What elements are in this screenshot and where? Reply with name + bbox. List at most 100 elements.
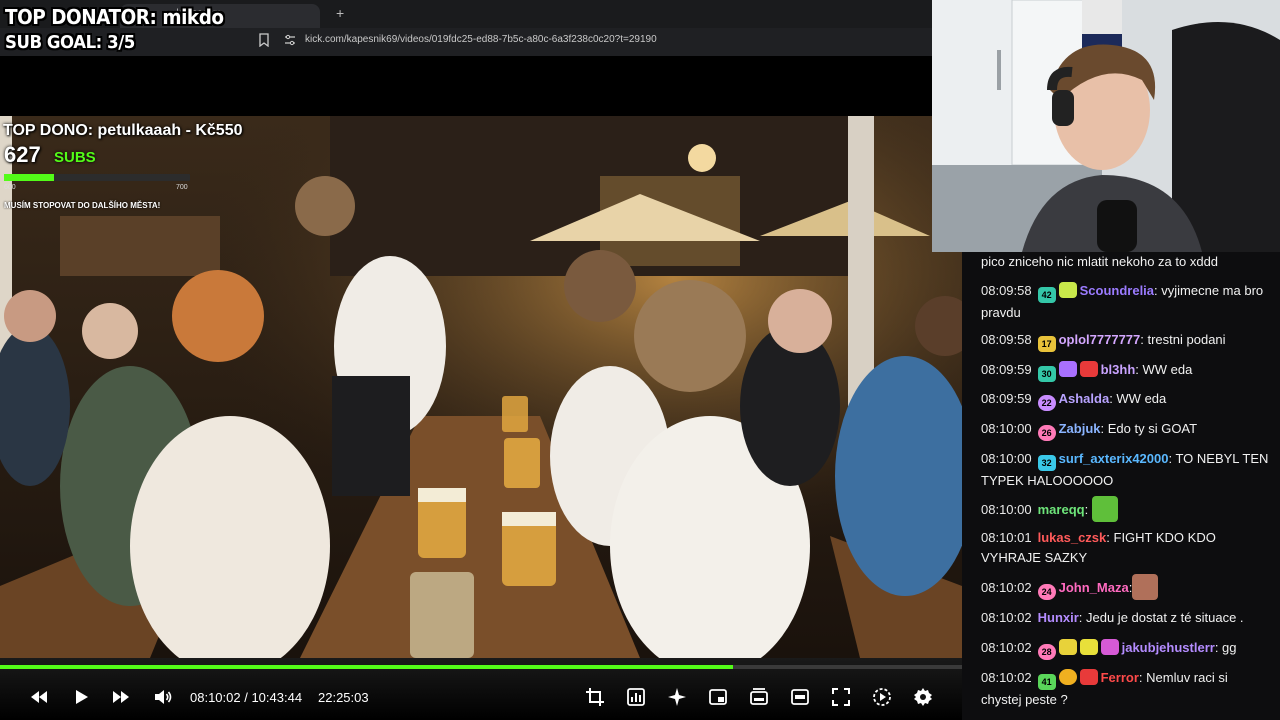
sub-goal-label: SUB GOAL: 3/5 bbox=[5, 32, 135, 53]
sub-goal-progress-fill bbox=[4, 174, 55, 181]
chat-username[interactable]: Scoundrelia bbox=[1080, 283, 1154, 298]
theater-icon[interactable] bbox=[748, 686, 770, 708]
top-donator-label: TOP DONATOR: mikdo bbox=[5, 5, 224, 29]
chat-message: 08:10:02 24 John_Maza: bbox=[981, 574, 1271, 600]
sub-badge: 26 bbox=[1037, 425, 1056, 441]
chat-username[interactable]: Ashalda bbox=[1059, 391, 1110, 406]
chat-timestamp: 08:09:58 bbox=[981, 332, 1032, 347]
sub-badge: 30 bbox=[1037, 366, 1056, 382]
stats-icon[interactable] bbox=[625, 686, 647, 708]
video-player[interactable] bbox=[0, 116, 962, 658]
wide-mode-icon[interactable] bbox=[789, 686, 811, 708]
chat-message: 08:10:00 mareqq: bbox=[981, 496, 1271, 522]
vip-badge-icon bbox=[1079, 669, 1098, 685]
chat-message-text: pico zniceho nic mlatit nekoho za to xdd… bbox=[981, 254, 1219, 269]
chat-timestamp: 08:09:59 bbox=[981, 362, 1032, 377]
seek-bar-fill bbox=[0, 665, 734, 669]
new-tab-button[interactable]: + bbox=[336, 5, 344, 21]
playback-time: 08:10:02 / 10:43:44 bbox=[190, 690, 303, 705]
sub-badge: 28 bbox=[1037, 644, 1056, 660]
chat-message: 08:10:01 lukas_czsk: FIGHT KDO KDO VYHRAJ… bbox=[981, 528, 1271, 568]
site-settings-icon[interactable] bbox=[284, 34, 296, 46]
chat-timestamp: 08:10:00 bbox=[981, 421, 1032, 436]
founder-badge-icon bbox=[1100, 639, 1119, 655]
chat-username[interactable]: lukas_czsk bbox=[1038, 530, 1107, 545]
webcam-feed bbox=[932, 0, 1280, 252]
chat-timestamp: 08:10:02 bbox=[981, 610, 1032, 625]
play-icon[interactable] bbox=[70, 686, 92, 708]
sparkle-icon[interactable] bbox=[666, 686, 688, 708]
coin-badge-icon bbox=[1058, 669, 1077, 685]
sub-goal-max: 700 bbox=[176, 184, 188, 191]
chat-message-text: : bbox=[1084, 502, 1089, 517]
sub-badge: 32 bbox=[1037, 455, 1056, 471]
subs-label: SUBS bbox=[54, 149, 96, 166]
chat-timestamp: 08:10:02 bbox=[981, 640, 1032, 655]
chat-message: 08:09:58 17 oplol7777777: trestni podani bbox=[981, 330, 1271, 352]
chat-timestamp: 08:10:01 bbox=[981, 530, 1032, 545]
chat-username[interactable]: surf_axterix42000 bbox=[1059, 451, 1169, 466]
fullscreen-icon[interactable] bbox=[830, 686, 852, 708]
chat-message-text: : WW eda bbox=[1109, 391, 1167, 406]
chat-username[interactable]: oplol7777777 bbox=[1059, 332, 1141, 347]
chat-message: 08:10:02 41 Ferror: Nemluv raci si chystej… bbox=[981, 668, 1271, 710]
chat-message: 08:10:00 26 Zabjuk: Edo ty si GOAT bbox=[981, 419, 1271, 441]
sub-badge: 22 bbox=[1037, 395, 1056, 411]
subs-count: 627 bbox=[4, 142, 41, 167]
chat-username[interactable]: bl3hh bbox=[1101, 362, 1136, 377]
clip-crop-icon[interactable] bbox=[584, 686, 606, 708]
chat-message-text: : Jedu je dostat z té situace . bbox=[1078, 610, 1244, 625]
sub-badge: 24 bbox=[1037, 584, 1056, 600]
chat-timestamp: 08:09:59 bbox=[981, 391, 1032, 406]
chat-timestamp: 08:09:58 bbox=[981, 283, 1032, 298]
speed-icon[interactable] bbox=[871, 686, 893, 708]
bookmark-icon[interactable] bbox=[258, 33, 270, 47]
chat-message: 08:10:02 Hunxir: Jedu je dostat z té situ… bbox=[981, 608, 1271, 628]
gift-badge-icon bbox=[1058, 282, 1077, 298]
volume-icon[interactable] bbox=[152, 686, 174, 708]
gift-badge-icon bbox=[1058, 361, 1077, 377]
chat-username[interactable]: John_Maza bbox=[1059, 580, 1129, 595]
sub-badge: 42 bbox=[1037, 287, 1056, 303]
chat-message-text: : trestni podani bbox=[1140, 332, 1226, 347]
chat-message-text: : gg bbox=[1214, 640, 1237, 655]
chat-message: 08:09:59 22 Ashalda: WW eda bbox=[981, 389, 1271, 411]
vip-badge-icon bbox=[1079, 361, 1098, 377]
chat-message-text: : WW eda bbox=[1135, 362, 1193, 377]
chat-message: 08:09:59 30 bl3hh: WW eda bbox=[981, 360, 1271, 382]
clock-time: 22:25:03 bbox=[318, 690, 369, 705]
chat-panel: pico zniceho nic mlatit nekoho za to xdd… bbox=[962, 252, 1280, 720]
chat-message: pico zniceho nic mlatit nekoho za to xdd… bbox=[981, 252, 1271, 272]
video-letterbox bbox=[0, 56, 962, 116]
chat-message: 08:10:02 28 jakubjehustlerr: gg bbox=[981, 638, 1271, 660]
fast-forward-icon[interactable] bbox=[110, 686, 132, 708]
miniplayer-icon[interactable] bbox=[707, 686, 729, 708]
stream-note: MUSÍM STOPOVAT DO DALŠÍHO MĚSTA! bbox=[4, 201, 161, 210]
gift-badge-icon bbox=[1058, 639, 1077, 655]
chat-timestamp: 08:10:02 bbox=[981, 670, 1032, 685]
chat-username[interactable]: jakubjehustlerr bbox=[1122, 640, 1215, 655]
chat-message: 08:10:00 32 surf_axterix42000: TO NEBYL TE… bbox=[981, 449, 1271, 491]
chat-username[interactable]: mareqq bbox=[1038, 502, 1085, 517]
emote-icon bbox=[1091, 496, 1118, 522]
chat-timestamp: 08:10:00 bbox=[981, 502, 1032, 517]
chat-username[interactable]: Ferror bbox=[1101, 670, 1139, 685]
sub-goal-progress-bar bbox=[4, 174, 190, 181]
video-frame-illustration bbox=[0, 116, 962, 658]
sub-goal-min: 600 bbox=[4, 184, 16, 191]
chat-message-text: : Edo ty si GOAT bbox=[1100, 421, 1198, 436]
chat-username[interactable]: Zabjuk bbox=[1059, 421, 1101, 436]
chat-username[interactable]: Hunxir bbox=[1038, 610, 1079, 625]
emote-icon bbox=[1132, 574, 1159, 600]
address-bar[interactable]: kick.com/kapesnik69/videos/019fdc25-ed88… bbox=[305, 34, 657, 45]
webcam-illustration bbox=[932, 0, 1280, 252]
chat-timestamp: 08:10:00 bbox=[981, 451, 1032, 466]
og-badge-icon bbox=[1079, 639, 1098, 655]
rewind-icon[interactable] bbox=[28, 686, 50, 708]
chat-timestamp: 08:10:02 bbox=[981, 580, 1032, 595]
seek-bar[interactable] bbox=[0, 665, 962, 669]
chat-message: 08:09:58 42 Scoundrelia: vyjimecne ma bro … bbox=[981, 281, 1271, 323]
top-dono-label: TOP DONO: petulkaaah - Kč550 bbox=[3, 122, 243, 139]
sub-badge: 17 bbox=[1037, 336, 1056, 352]
settings-gear-icon[interactable] bbox=[912, 686, 934, 708]
